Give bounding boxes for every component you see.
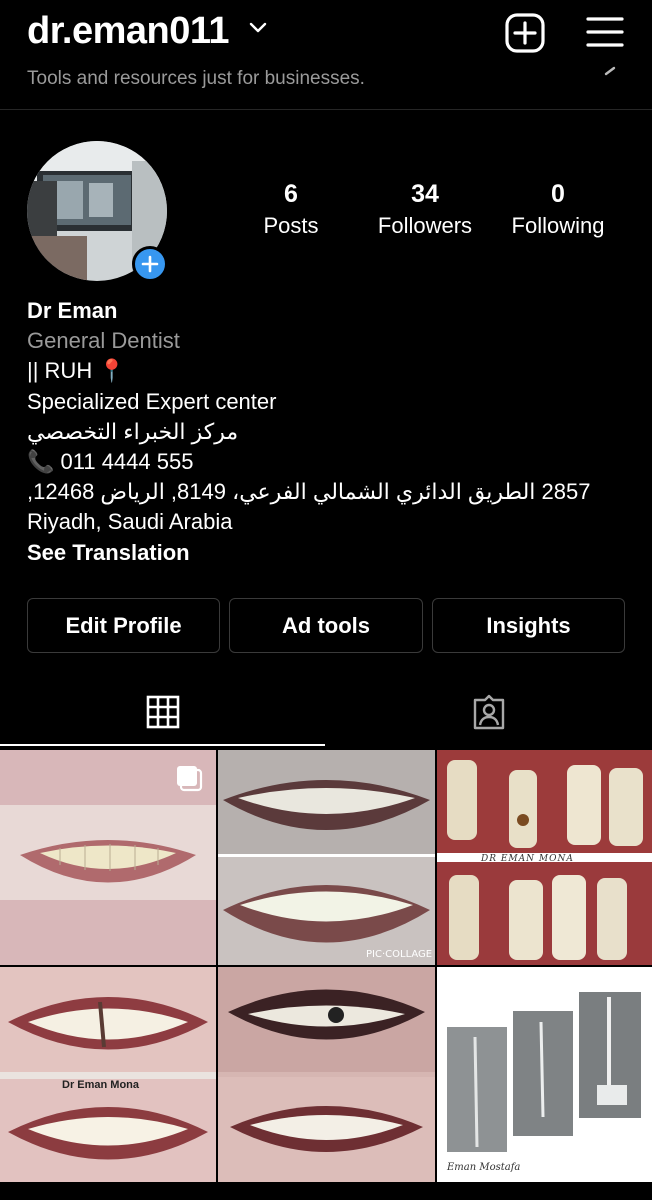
bio-line: || RUH 📍 bbox=[27, 358, 126, 384]
following-label: Following bbox=[511, 213, 605, 238]
followers-count: 34 bbox=[411, 180, 439, 208]
address-city[interactable]: Riyadh, Saudi Arabia bbox=[27, 507, 627, 537]
bio-line: Specialized Expert center bbox=[27, 388, 277, 414]
watermark-label: Dr Eman Mona bbox=[62, 1079, 140, 1091]
grid-icon bbox=[146, 695, 180, 729]
followers-stat[interactable]: 34 Followers bbox=[355, 180, 495, 239]
post-tile[interactable]: DR EMAN MONA bbox=[437, 750, 652, 965]
followers-label: Followers bbox=[377, 213, 473, 238]
business-tools-banner[interactable]: Tools and resources just for businesses. bbox=[27, 68, 365, 90]
post-tile[interactable] bbox=[0, 750, 216, 965]
carousel-icon bbox=[177, 766, 203, 792]
post-tile[interactable]: PIC·COLLAGE bbox=[218, 750, 435, 965]
profile-bio: Dr Eman General Dentist || RUH 📍 Special… bbox=[27, 296, 627, 568]
chevron-down-icon[interactable] bbox=[249, 22, 267, 34]
insights-button[interactable]: Insights bbox=[432, 598, 625, 653]
active-tab-indicator bbox=[0, 744, 325, 746]
hamburger-menu-icon[interactable] bbox=[586, 14, 624, 50]
plus-icon bbox=[141, 255, 159, 273]
following-stat[interactable]: 0 Following bbox=[488, 180, 628, 239]
watermark-label: PIC·COLLAGE bbox=[366, 949, 433, 960]
tagged-person-icon bbox=[473, 694, 505, 730]
username-switcher[interactable]: dr.eman011 bbox=[27, 10, 230, 53]
posts-label: Posts bbox=[263, 213, 319, 238]
see-translation-link[interactable]: See Translation bbox=[27, 538, 627, 568]
posts-count: 6 bbox=[284, 180, 298, 208]
display-name: Dr Eman bbox=[27, 298, 118, 323]
category-label: General Dentist bbox=[27, 328, 180, 354]
post-tile[interactable] bbox=[218, 967, 435, 1182]
top-bar: dr.eman011 bbox=[0, 0, 652, 64]
add-story-button[interactable] bbox=[132, 246, 168, 282]
header-divider bbox=[0, 109, 652, 110]
edit-profile-button[interactable]: Edit Profile bbox=[27, 598, 220, 653]
chevron-right-icon[interactable] bbox=[600, 58, 620, 78]
post-tile[interactable]: Dr Eman Mona bbox=[0, 967, 216, 1182]
bio-line: مركز الخبراء التخصصي bbox=[27, 418, 239, 444]
watermark-label: Eman Mostafa bbox=[447, 1162, 521, 1173]
tab-grid[interactable] bbox=[0, 683, 325, 745]
plus-square-icon[interactable] bbox=[505, 13, 545, 53]
posts-stat[interactable]: 6 Posts bbox=[221, 180, 361, 239]
address-line[interactable]: 2857 الطريق الدائري الشمالي الفرعي، 8149… bbox=[27, 477, 627, 507]
watermark-label: DR EMAN MONA bbox=[481, 854, 574, 864]
following-count: 0 bbox=[551, 180, 565, 208]
phone-number[interactable]: 📞 011 4444 555 bbox=[27, 447, 627, 477]
tab-tagged[interactable] bbox=[326, 683, 652, 745]
ad-tools-button[interactable]: Ad tools bbox=[229, 598, 423, 653]
post-tile[interactable]: Eman Mostafa bbox=[437, 967, 652, 1182]
